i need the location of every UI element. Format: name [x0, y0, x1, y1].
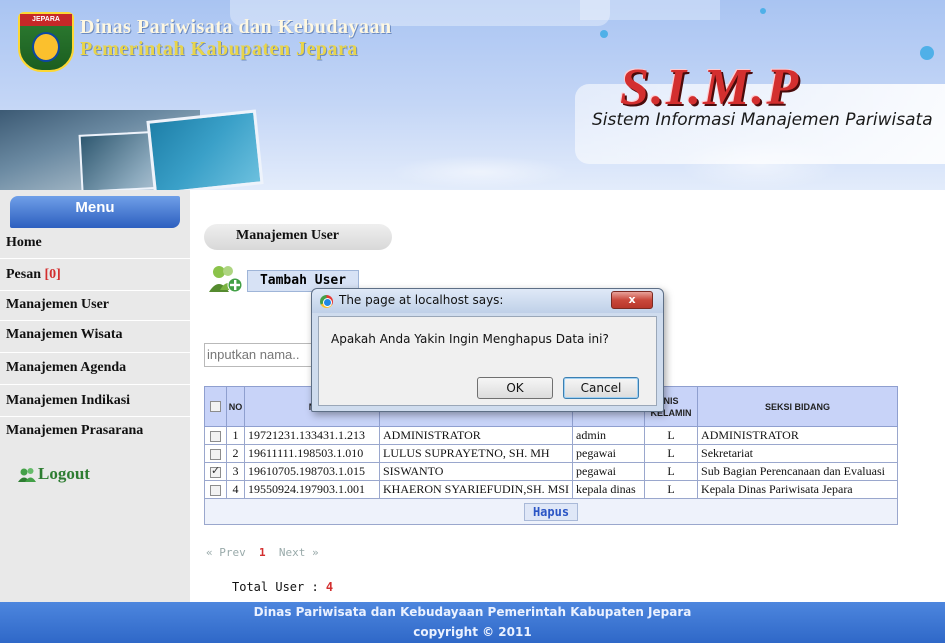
cell-jenis-kelamin: L — [644, 480, 699, 499]
pagination: « Prev 1 Next » — [206, 546, 319, 559]
row-checkbox[interactable] — [210, 448, 221, 460]
cell-nip: 19721231.133431.1.213 — [244, 426, 380, 445]
site-header: JEPARA Dinas Pariwisata dan Kebudayaan P… — [0, 0, 945, 190]
cell-no: 4 — [226, 480, 245, 499]
row-checkbox[interactable] — [210, 484, 221, 496]
total-users-count: 4 — [325, 580, 334, 594]
cell-nama[interactable]: SISWANTO — [378, 462, 574, 481]
cell-seksi-bidang: Kepala Dinas Pariwisata Jepara — [697, 480, 898, 499]
dialog-body: Apakah Anda Yakin Ingin Menghapus Data i… — [318, 316, 657, 406]
cell-seksi-bidang: ADMINISTRATOR — [697, 426, 898, 445]
logout-link[interactable]: Logout — [38, 464, 90, 484]
sidebar-divider — [0, 320, 190, 321]
regency-logo-icon: JEPARA — [18, 12, 74, 72]
message-count: [0] — [44, 267, 61, 282]
menu-heading: Menu — [10, 196, 180, 228]
cell-level: pegawai — [572, 444, 646, 463]
header-photo-3 — [146, 109, 264, 190]
current-page[interactable]: 1 — [259, 546, 266, 559]
cell-jenis-kelamin: L — [644, 426, 699, 445]
cell-nip: 19550924.197903.1.001 — [244, 480, 380, 499]
dialog-close-button[interactable]: x — [611, 291, 653, 309]
app-title: S.I.M.P — [620, 59, 801, 116]
sidebar-divider — [0, 416, 190, 417]
footer-org-text: Dinas Pariwisata dan Kebudayaan Pemerint… — [253, 605, 692, 619]
cell-no: 3 — [226, 462, 245, 481]
table-footer-row: Hapus — [204, 498, 898, 525]
table-row: 2 19611111.198503.1.010 LULUS SUPRAYETNO… — [204, 444, 898, 463]
cell-jenis-kelamin: L — [644, 444, 699, 463]
users-logout-icon[interactable] — [18, 467, 36, 483]
footer-copyright: copyright © 2011 — [413, 625, 532, 639]
sidebar-item-manajemen-user[interactable]: Manajemen User — [6, 292, 109, 318]
sidebar-divider — [0, 352, 190, 353]
sidebar-item-manajemen-agenda[interactable]: Manajemen Agenda — [6, 355, 126, 381]
cell-level: pegawai — [572, 462, 646, 481]
table-row: 3 19610705.198703.1.015 SISWANTO pegawai… — [204, 462, 898, 481]
chrome-icon — [320, 295, 333, 308]
cell-no: 1 — [226, 426, 245, 445]
sidebar-divider — [0, 290, 190, 291]
row-checkbox-checked[interactable] — [210, 464, 221, 478]
dialog-title: The page at localhost says: — [339, 293, 504, 307]
prev-page-link[interactable]: « Prev — [206, 546, 246, 559]
cell-nama[interactable]: ADMINISTRATOR — [378, 426, 574, 445]
sidebar-item-manajemen-prasarana[interactable]: Manajemen Prasarana — [6, 418, 143, 444]
cell-level: admin — [572, 426, 646, 445]
cell-no: 2 — [226, 444, 245, 463]
delete-button[interactable]: Hapus — [523, 502, 579, 521]
org-name-line1: Dinas Pariwisata dan Kebudayaan — [80, 16, 392, 38]
total-users: Total User : 4 — [232, 580, 334, 594]
column-header-no: NO — [226, 386, 245, 427]
header-glow — [390, 155, 570, 189]
header-watermark-2 — [580, 0, 720, 20]
decor-dot — [760, 8, 766, 14]
row-checkbox[interactable] — [210, 430, 221, 442]
cell-level: kepala dinas — [572, 480, 646, 499]
sidebar-item-manajemen-indikasi[interactable]: Manajemen Indikasi — [6, 388, 130, 414]
dialog-titlebar[interactable]: The page at localhost says: x — [312, 289, 663, 313]
cell-nip: 19610705.198703.1.015 — [244, 462, 380, 481]
select-all-header[interactable] — [204, 386, 227, 427]
app-subtitle: Sistem Informasi Manajemen Pariwisata — [592, 110, 933, 130]
sidebar-item-home[interactable]: Home — [6, 230, 42, 256]
page-title: Manajemen User — [236, 228, 340, 243]
add-user-icon[interactable] — [208, 264, 244, 294]
dialog-message: Apakah Anda Yakin Ingin Menghapus Data i… — [331, 332, 609, 346]
decor-dot — [600, 30, 608, 38]
table-row: 1 19721231.133431.1.213 ADMINISTRATOR ad… — [204, 426, 898, 445]
org-name-line2: Pemerintah Kabupaten Jepara — [80, 38, 358, 60]
cell-nip: 19611111.198503.1.010 — [244, 444, 380, 463]
ok-button[interactable]: OK — [477, 377, 553, 399]
decor-dot — [920, 46, 934, 60]
cancel-button[interactable]: Cancel — [563, 377, 639, 399]
cell-seksi-bidang: Sekretariat — [697, 444, 898, 463]
column-header-seksi-bidang: SEKSI BIDANG — [697, 386, 898, 427]
sidebar-item-pesan[interactable]: Pesan [0] — [6, 262, 61, 288]
cell-nama[interactable]: KHAERON SYARIEFUDIN,SH. MSI — [378, 480, 574, 499]
sidebar-divider — [0, 258, 190, 259]
cell-jenis-kelamin: L — [644, 462, 699, 481]
site-footer: Dinas Pariwisata dan Kebudayaan Pemerint… — [0, 602, 945, 643]
sidebar-divider — [0, 384, 190, 385]
confirm-dialog: The page at localhost says: x Apakah And… — [311, 288, 664, 412]
table-row: 4 19550924.197903.1.001 KHAERON SYARIEFU… — [204, 480, 898, 499]
cell-nama[interactable]: LULUS SUPRAYETNO, SH. MH — [378, 444, 574, 463]
cell-seksi-bidang: Sub Bagian Perencanaan dan Evaluasi — [697, 462, 898, 481]
sidebar-item-manajemen-wisata[interactable]: Manajemen Wisata — [6, 322, 123, 348]
select-all-checkbox[interactable] — [210, 401, 221, 413]
next-page-link[interactable]: Next » — [279, 546, 319, 559]
